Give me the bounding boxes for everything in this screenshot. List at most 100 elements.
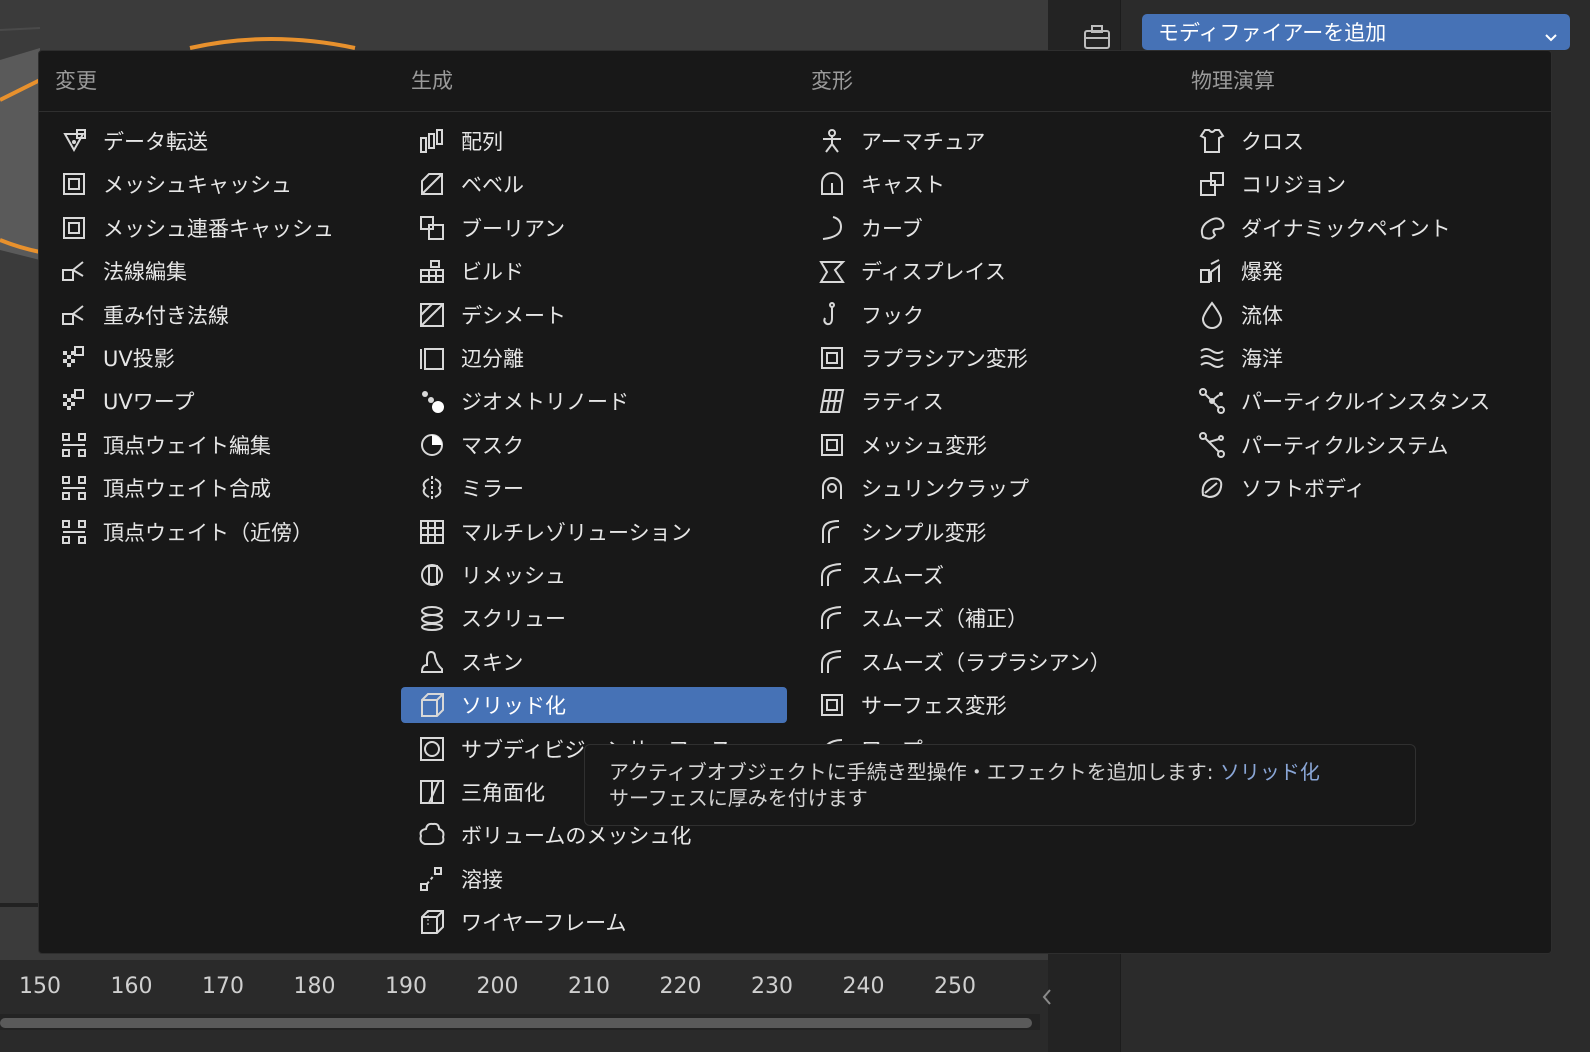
frame-tick-label: 240 <box>842 974 885 999</box>
dynamic-paint-icon <box>1197 213 1227 243</box>
menu-item[interactable]: メッシュ連番キャッシュ <box>43 210 389 246</box>
menu-item[interactable]: 頂点ウェイト（近傍） <box>43 514 389 550</box>
menu-item[interactable]: スキン <box>401 644 787 680</box>
mesh-sequence-cache-icon <box>59 213 89 243</box>
menu-item[interactable]: ラティス <box>801 383 1171 419</box>
menu-item[interactable]: 頂点ウェイト合成 <box>43 470 389 506</box>
menu-item-label: 海洋 <box>1241 347 1283 371</box>
toolbox-icon[interactable] <box>1083 24 1111 50</box>
menu-item[interactable]: 辺分離 <box>401 340 787 376</box>
menu-item[interactable]: ダイナミックペイント <box>1181 210 1581 246</box>
menu-item-label: ジオメトリノード <box>461 390 629 415</box>
menu-item-label: ベベル <box>461 173 524 198</box>
menu-item[interactable]: 法線編集 <box>43 253 389 289</box>
menu-item-label: 頂点ウェイト合成 <box>103 477 271 502</box>
data-transfer-icon <box>59 126 89 156</box>
menu-item[interactable]: メッシュキャッシュ <box>43 166 389 202</box>
menu-item-label: 溶接 <box>461 867 503 892</box>
menu-item[interactable]: ソリッド化 <box>401 687 787 724</box>
uv-project-icon <box>59 343 89 373</box>
chevron-down-icon <box>1544 25 1558 42</box>
chevron-left-icon[interactable] <box>1040 982 1058 1012</box>
menu-item[interactable]: ベベル <box>401 166 787 202</box>
menu-item-label: UV投影 <box>103 347 175 371</box>
menu-item-label: 法線編集 <box>103 260 187 285</box>
boolean-icon <box>417 213 447 243</box>
menu-item-label: ビルド <box>461 260 524 285</box>
menu-item[interactable]: キャスト <box>801 166 1171 202</box>
menu-item-label: コリジョン <box>1241 173 1346 198</box>
menu-item[interactable]: ワイヤーフレーム <box>401 904 787 940</box>
menu-item[interactable]: ミラー <box>401 470 787 506</box>
menu-item-label: ディスプレイス <box>861 260 1006 285</box>
frame-tick-label: 250 <box>934 974 976 999</box>
mirror-icon <box>417 473 447 503</box>
menu-item[interactable]: マスク <box>401 427 787 463</box>
armature-icon <box>817 126 847 156</box>
menu-item-label: クロス <box>1241 130 1304 154</box>
volume-to-mesh-icon <box>417 820 447 850</box>
menu-item-label: 配列 <box>461 130 503 154</box>
menu-item-label: リメッシュ <box>461 564 566 588</box>
add-modifier-dropdown[interactable]: モディファイアーを追加 <box>1142 14 1570 50</box>
menu-item-label: メッシュ変形 <box>861 433 987 458</box>
surface-deform-icon <box>817 690 847 720</box>
menu-item[interactable]: コリジョン <box>1181 166 1581 202</box>
menu-item-label: カーブ <box>861 216 923 241</box>
menu-item[interactable]: 配列 <box>401 123 787 159</box>
menu-item[interactable]: シュリンクラップ <box>801 470 1171 506</box>
menu-item[interactable]: デシメート <box>401 297 787 333</box>
menu-item[interactable]: スムーズ（補正） <box>801 600 1171 636</box>
frame-tick-label: 200 <box>476 974 519 999</box>
menu-item[interactable]: スクリュー <box>401 600 787 636</box>
menu-item[interactable]: 海洋 <box>1181 340 1581 376</box>
menu-item[interactable]: パーティクルシステム <box>1181 427 1581 463</box>
column-header-deform: 変形 <box>811 69 853 93</box>
menu-item[interactable]: サーフェス変形 <box>801 687 1171 723</box>
uv-warp-icon <box>59 386 89 416</box>
menu-item[interactable]: スムーズ <box>801 557 1171 593</box>
curve-icon <box>817 213 847 243</box>
menu-item[interactable]: データ転送 <box>43 123 389 159</box>
menu-item-label: スムーズ <box>861 564 944 588</box>
wireframe-icon <box>417 907 447 937</box>
array-icon <box>417 126 447 156</box>
particle-instance-icon <box>1197 386 1227 416</box>
menu-item-label: ワイヤーフレーム <box>461 911 627 936</box>
menu-item[interactable]: ソフトボディ <box>1181 470 1581 506</box>
menu-item[interactable]: UVワープ <box>43 383 389 419</box>
menu-item[interactable]: 重み付き法線 <box>43 297 389 333</box>
frame-tick-label: 230 <box>751 974 793 999</box>
timeline[interactable]: 150 160 170 180 190 200 210 220 230 240 250 <box>0 960 1048 1052</box>
menu-item[interactable]: ブーリアン <box>401 210 787 246</box>
vertex-weight-edit-icon <box>59 430 89 460</box>
menu-item[interactable]: クロス <box>1181 123 1581 159</box>
menu-item[interactable]: 流体 <box>1181 297 1581 333</box>
cast-icon <box>817 169 847 199</box>
menu-item[interactable]: フック <box>801 297 1171 333</box>
menu-item-label: 三角面化 <box>461 781 545 805</box>
menu-item[interactable]: ジオメトリノード <box>401 383 787 419</box>
menu-item[interactable]: UV投影 <box>43 340 389 376</box>
menu-item[interactable]: ビルド <box>401 253 787 289</box>
menu-item[interactable]: リメッシュ <box>401 557 787 593</box>
menu-item[interactable]: マルチレゾリューション <box>401 514 787 550</box>
menu-item[interactable]: 溶接 <box>401 861 787 897</box>
menu-item[interactable]: ラプラシアン変形 <box>801 340 1171 376</box>
menu-item[interactable]: シンプル変形 <box>801 514 1171 550</box>
menu-item-label: 頂点ウェイト（近傍） <box>103 520 313 545</box>
menu-item[interactable]: アーマチュア <box>801 123 1171 159</box>
frame-tick-label: 190 <box>385 974 427 999</box>
menu-item-label: サーフェス変形 <box>861 694 1007 719</box>
menu-item[interactable]: 爆発 <box>1181 253 1581 289</box>
menu-item[interactable]: パーティクルインスタンス <box>1181 383 1581 419</box>
menu-item[interactable]: メッシュ変形 <box>801 427 1171 463</box>
menu-item[interactable]: カーブ <box>801 210 1171 246</box>
menu-item[interactable]: ディスプレイス <box>801 253 1171 289</box>
menu-item-label: スクリュー <box>461 607 566 632</box>
timeline-scrollbar[interactable] <box>0 1018 1032 1028</box>
menu-item[interactable]: 頂点ウェイト編集 <box>43 427 389 463</box>
menu-item-label: シュリンクラップ <box>861 477 1029 502</box>
menu-item[interactable]: スムーズ（ラプラシアン） <box>801 644 1171 680</box>
decimate-icon <box>417 300 447 330</box>
